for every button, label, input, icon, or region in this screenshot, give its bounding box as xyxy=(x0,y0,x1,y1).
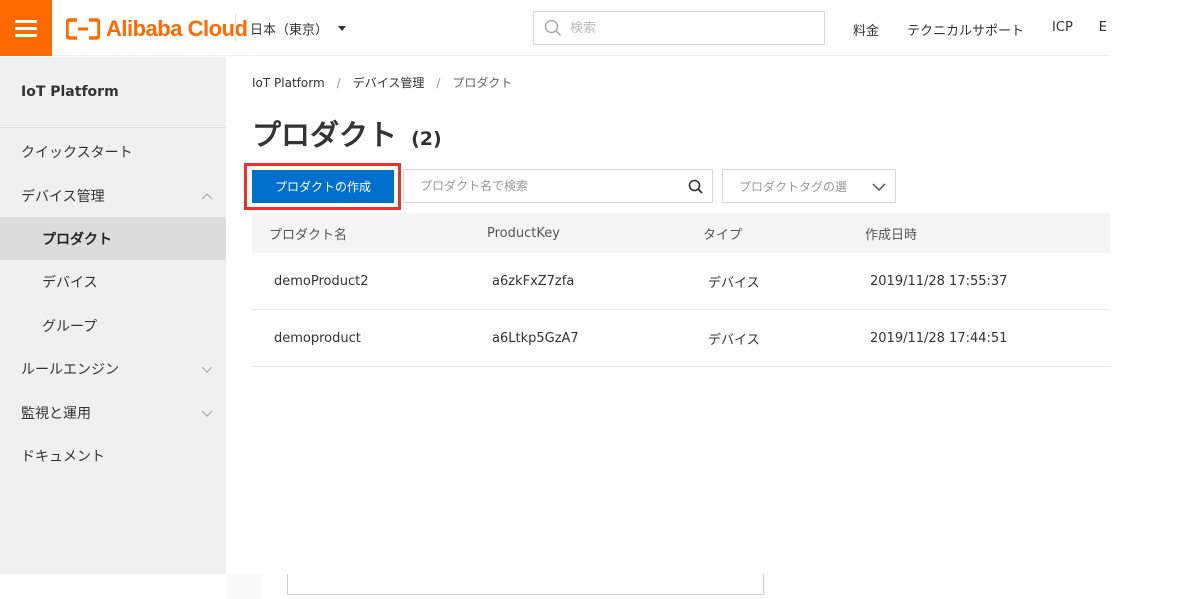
sidebar-item-rule-engine[interactable]: ルールエンジン xyxy=(0,347,226,390)
sidebar-item-products[interactable]: プロダクト xyxy=(0,217,226,260)
alibaba-cloud-logo-icon xyxy=(66,18,100,40)
sidebar: IoT Platform クイックスタート デバイス管理 プロダクト デバイス … xyxy=(0,57,226,574)
nav-icp[interactable]: ICP xyxy=(1052,20,1073,39)
cell-type: デバイス xyxy=(708,275,760,291)
breadcrumb-separator: / xyxy=(336,75,341,90)
breadcrumb: IoT Platform / デバイス管理 / プロダクト xyxy=(252,74,512,91)
breadcrumb-current: プロダクト xyxy=(452,76,513,90)
bottom-strip xyxy=(226,574,262,599)
global-search-input[interactable] xyxy=(570,20,810,36)
cell-product-key: a6Ltkp5GzA7 xyxy=(492,330,579,346)
cell-type: デバイス xyxy=(708,332,760,348)
table-row[interactable]: demoProduct2 a6zkFxZ7zfa デバイス 2019/11/28… xyxy=(252,253,1110,310)
chevron-down-icon xyxy=(201,410,213,417)
sidebar-item-quickstart[interactable]: クイックスタート xyxy=(0,130,226,173)
alibaba-cloud-logo[interactable]: Alibaba Cloud xyxy=(66,14,248,44)
table-row[interactable]: demoproduct a6Ltkp5GzA7 デバイス 2019/11/28 … xyxy=(252,310,1110,367)
tag-select-placeholder: プロダクトタグの選 xyxy=(739,179,848,194)
region-selector[interactable]: 日本（東京） xyxy=(250,19,347,38)
logo-divider xyxy=(235,14,236,42)
chevron-down-icon xyxy=(201,366,213,373)
chevron-up-icon xyxy=(201,193,213,200)
brand-name: Alibaba Cloud xyxy=(106,16,248,41)
global-search[interactable] xyxy=(533,11,825,45)
sidebar-title: IoT Platform xyxy=(0,57,226,128)
sidebar-item-monitoring[interactable]: 監視と運用 xyxy=(0,391,226,434)
product-tag-select[interactable]: プロダクトタグの選 xyxy=(722,169,896,203)
breadcrumb-iot-platform[interactable]: IoT Platform xyxy=(252,76,325,90)
nav-pricing[interactable]: 料金 xyxy=(853,20,879,39)
top-bar: Alibaba Cloud 日本（東京） 料金 テクニカルサポート ICP E xyxy=(0,0,1110,56)
product-table: プロダクト名 ProductKey タイプ 作成日時 demoProduct2 … xyxy=(252,213,1110,367)
chevron-down-icon xyxy=(871,179,887,195)
sidebar-item-documents[interactable]: ドキュメント xyxy=(0,434,226,477)
column-header-type[interactable]: タイプ xyxy=(686,224,848,243)
product-search[interactable] xyxy=(403,169,713,203)
sidebar-item-groups[interactable]: グループ xyxy=(0,304,226,347)
sidebar-item-label: デバイス xyxy=(42,274,98,291)
nav-more[interactable]: E xyxy=(1099,20,1107,39)
bottom-panel xyxy=(287,574,764,595)
sidebar-item-label: ドキュメント xyxy=(21,448,105,465)
cell-created-at: 2019/11/28 17:55:37 xyxy=(870,273,1008,289)
column-header-product-name[interactable]: プロダクト名 xyxy=(252,224,470,243)
top-nav: 料金 テクニカルサポート ICP E xyxy=(853,20,1107,39)
page-title: プロダクト (2) xyxy=(252,112,442,154)
cell-created-at: 2019/11/28 17:44:51 xyxy=(870,330,1008,346)
search-icon[interactable] xyxy=(688,179,704,195)
sidebar-item-label: プロダクト xyxy=(42,231,112,248)
region-label: 日本（東京） xyxy=(250,23,329,38)
table-header: プロダクト名 ProductKey タイプ 作成日時 xyxy=(252,213,1110,253)
sidebar-item-label: ルールエンジン xyxy=(21,361,119,378)
product-count: (2) xyxy=(411,128,442,150)
sidebar-item-label: クイックスタート xyxy=(21,144,133,161)
caret-down-icon xyxy=(338,26,347,31)
breadcrumb-separator: / xyxy=(436,75,441,90)
column-header-product-key[interactable]: ProductKey xyxy=(470,226,686,241)
column-header-created-at[interactable]: 作成日時 xyxy=(848,224,1110,243)
page-title-text: プロダクト xyxy=(252,118,398,152)
cell-product-name[interactable]: demoproduct xyxy=(252,331,470,346)
sidebar-item-label: デバイス管理 xyxy=(21,188,105,205)
cell-product-key: a6zkFxZ7zfa xyxy=(492,273,575,289)
menu-icon[interactable] xyxy=(0,0,52,56)
breadcrumb-device-management[interactable]: デバイス管理 xyxy=(353,74,425,91)
nav-support[interactable]: テクニカルサポート xyxy=(907,20,1024,39)
sidebar-item-label: グループ xyxy=(42,318,98,335)
product-search-input[interactable] xyxy=(404,179,674,193)
sidebar-item-label: 監視と運用 xyxy=(21,405,91,422)
cell-product-name[interactable]: demoProduct2 xyxy=(252,274,470,289)
sidebar-item-device-management[interactable]: デバイス管理 xyxy=(0,174,226,217)
search-icon xyxy=(544,19,562,37)
create-product-button[interactable]: プロダクトの作成 xyxy=(252,170,394,203)
sidebar-item-devices[interactable]: デバイス xyxy=(0,260,226,303)
